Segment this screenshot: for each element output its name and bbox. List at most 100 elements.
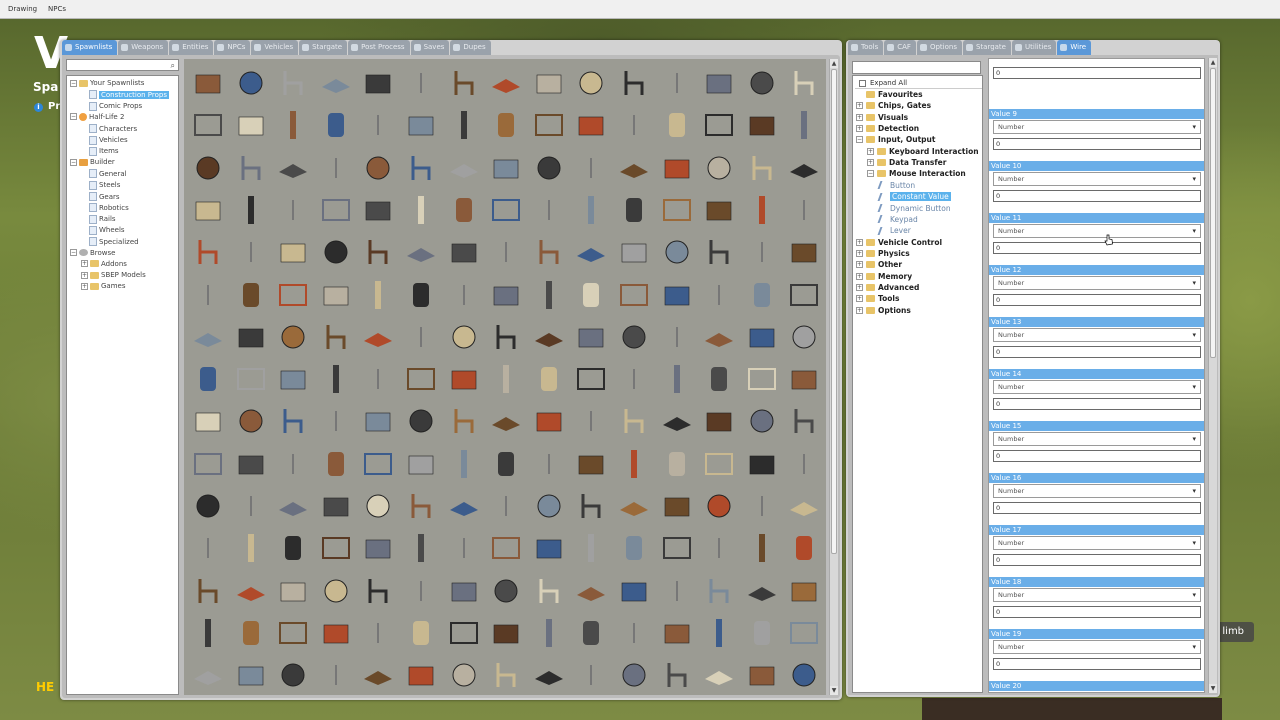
prop-thumbnail[interactable] bbox=[273, 317, 316, 360]
value-input[interactable]: 0 bbox=[993, 138, 1201, 150]
prop-thumbnail[interactable] bbox=[188, 190, 231, 233]
prop-thumbnail[interactable] bbox=[699, 444, 742, 487]
prop-thumbnail[interactable] bbox=[316, 317, 359, 360]
value-input[interactable]: 0 bbox=[993, 398, 1201, 410]
prop-thumbnail[interactable] bbox=[188, 528, 231, 571]
expand-toggle-icon[interactable]: + bbox=[856, 306, 863, 314]
value-type-dropdown[interactable]: Number ▾ bbox=[993, 432, 1201, 446]
expand-toggle-icon[interactable]: + bbox=[856, 102, 863, 110]
tree-item-general[interactable]: General bbox=[89, 169, 127, 179]
prop-thumbnail[interactable] bbox=[699, 359, 742, 402]
prop-thumbnail[interactable] bbox=[529, 317, 572, 360]
prop-thumbnail[interactable] bbox=[444, 401, 487, 444]
prop-thumbnail[interactable] bbox=[614, 105, 657, 148]
tab-post-process[interactable]: Post Process bbox=[348, 40, 410, 55]
prop-thumbnail[interactable] bbox=[444, 444, 487, 487]
magnifier-icon[interactable]: ⌕ bbox=[171, 61, 175, 71]
prop-thumbnail[interactable] bbox=[231, 232, 274, 275]
prop-thumbnail[interactable] bbox=[529, 486, 572, 529]
prop-thumbnail[interactable] bbox=[657, 63, 700, 106]
tree-item-games[interactable]: + Games bbox=[81, 282, 126, 290]
prop-thumbnail[interactable] bbox=[401, 190, 444, 233]
prop-thumbnail[interactable] bbox=[401, 275, 444, 318]
prop-thumbnail[interactable] bbox=[401, 486, 444, 529]
value-input[interactable]: 0 bbox=[993, 242, 1201, 254]
prop-thumbnail[interactable] bbox=[486, 105, 529, 148]
prop-thumbnail[interactable] bbox=[742, 655, 785, 698]
expand-toggle-icon[interactable]: + bbox=[856, 113, 863, 121]
tree-item-steels[interactable]: Steels bbox=[89, 180, 120, 190]
prop-thumbnail[interactable] bbox=[657, 528, 700, 571]
prop-thumbnail[interactable] bbox=[486, 655, 529, 698]
prop-thumbnail[interactable] bbox=[742, 317, 785, 360]
prop-thumbnail[interactable] bbox=[273, 571, 316, 614]
wire-tree-vehicle-control[interactable]: + Vehicle Control bbox=[856, 238, 942, 247]
prop-thumbnail[interactable] bbox=[401, 63, 444, 106]
prop-thumbnail[interactable] bbox=[571, 528, 614, 571]
wire-tree-favourites[interactable]: +Favourites bbox=[856, 90, 923, 99]
prop-thumbnail[interactable] bbox=[571, 655, 614, 698]
prop-thumbnail[interactable] bbox=[657, 190, 700, 233]
prop-thumbnail[interactable] bbox=[571, 444, 614, 487]
tree-item-browse[interactable]: − Browse bbox=[70, 249, 116, 257]
wire-tree-advanced[interactable]: + Advanced bbox=[856, 283, 919, 292]
prop-grid-scrollbar[interactable]: ▲ ▼ bbox=[829, 59, 838, 695]
prop-thumbnail[interactable] bbox=[784, 232, 827, 275]
tree-item-rails[interactable]: Rails bbox=[89, 214, 116, 224]
prop-thumbnail[interactable] bbox=[358, 63, 401, 106]
prop-thumbnail[interactable] bbox=[401, 148, 444, 191]
prop-thumbnail[interactable] bbox=[571, 317, 614, 360]
prop-thumbnail[interactable] bbox=[614, 486, 657, 529]
prop-thumbnail[interactable] bbox=[486, 148, 529, 191]
value-input[interactable]: 0 bbox=[993, 67, 1201, 79]
prop-thumbnail[interactable] bbox=[571, 105, 614, 148]
tab-caf[interactable]: CAF bbox=[884, 40, 916, 55]
prop-thumbnail[interactable] bbox=[444, 275, 487, 318]
tab-utilities[interactable]: Utilities bbox=[1012, 40, 1057, 55]
dropdown-arrow-icon[interactable]: ▾ bbox=[1192, 433, 1196, 445]
prop-thumbnail[interactable] bbox=[231, 275, 274, 318]
value-input[interactable]: 0 bbox=[993, 658, 1201, 670]
expand-toggle-icon[interactable]: + bbox=[81, 282, 88, 290]
wire-tree-constant-value[interactable]: Constant Value bbox=[877, 192, 951, 202]
prop-thumbnail[interactable] bbox=[571, 148, 614, 191]
prop-thumbnail[interactable] bbox=[657, 105, 700, 148]
prop-thumbnail[interactable] bbox=[657, 571, 700, 614]
prop-thumbnail[interactable] bbox=[784, 317, 827, 360]
tab-saves[interactable]: Saves bbox=[410, 40, 450, 55]
prop-thumbnail[interactable] bbox=[784, 571, 827, 614]
tree-item-specialized[interactable]: Specialized bbox=[89, 237, 139, 247]
prop-thumbnail[interactable] bbox=[358, 486, 401, 529]
expand-toggle-icon[interactable]: + bbox=[856, 272, 863, 280]
prop-thumbnail[interactable] bbox=[231, 444, 274, 487]
prop-thumbnail[interactable] bbox=[273, 63, 316, 106]
menu-drawing[interactable]: Drawing bbox=[8, 5, 37, 13]
menu-npcs[interactable]: NPCs bbox=[48, 5, 66, 13]
tree-item-addons[interactable]: + Addons bbox=[81, 260, 127, 268]
value-input[interactable]: 0 bbox=[993, 502, 1201, 514]
prop-thumbnail[interactable] bbox=[273, 444, 316, 487]
prop-thumbnail[interactable] bbox=[784, 63, 827, 106]
prop-thumbnail[interactable] bbox=[316, 105, 359, 148]
prop-thumbnail[interactable] bbox=[742, 105, 785, 148]
scroll-thumb[interactable] bbox=[1210, 68, 1216, 358]
prop-thumbnail[interactable] bbox=[742, 275, 785, 318]
tree-item-vehicles[interactable]: Vehicles bbox=[89, 135, 128, 145]
prop-thumbnail[interactable] bbox=[486, 275, 529, 318]
expand-toggle-icon[interactable]: − bbox=[70, 79, 77, 87]
tree-item-items[interactable]: Items bbox=[89, 146, 119, 156]
wire-tree-tools[interactable]: + Tools bbox=[856, 294, 899, 303]
prop-thumbnail[interactable] bbox=[231, 655, 274, 698]
expand-toggle-icon[interactable]: + bbox=[867, 147, 874, 155]
expand-toggle-icon[interactable]: − bbox=[867, 170, 874, 178]
prop-thumbnail[interactable] bbox=[699, 571, 742, 614]
prop-thumbnail[interactable] bbox=[273, 655, 316, 698]
scroll-thumb[interactable] bbox=[831, 69, 837, 554]
wire-tree-keypad[interactable]: Keypad bbox=[877, 215, 918, 224]
prop-thumbnail[interactable] bbox=[231, 190, 274, 233]
tree-item-wheels[interactable]: Wheels bbox=[89, 225, 125, 235]
wire-tree-detection[interactable]: + Detection bbox=[856, 124, 919, 133]
value-type-dropdown[interactable]: Number ▾ bbox=[993, 120, 1201, 134]
prop-thumbnail[interactable] bbox=[401, 655, 444, 698]
prop-thumbnail[interactable] bbox=[529, 148, 572, 191]
